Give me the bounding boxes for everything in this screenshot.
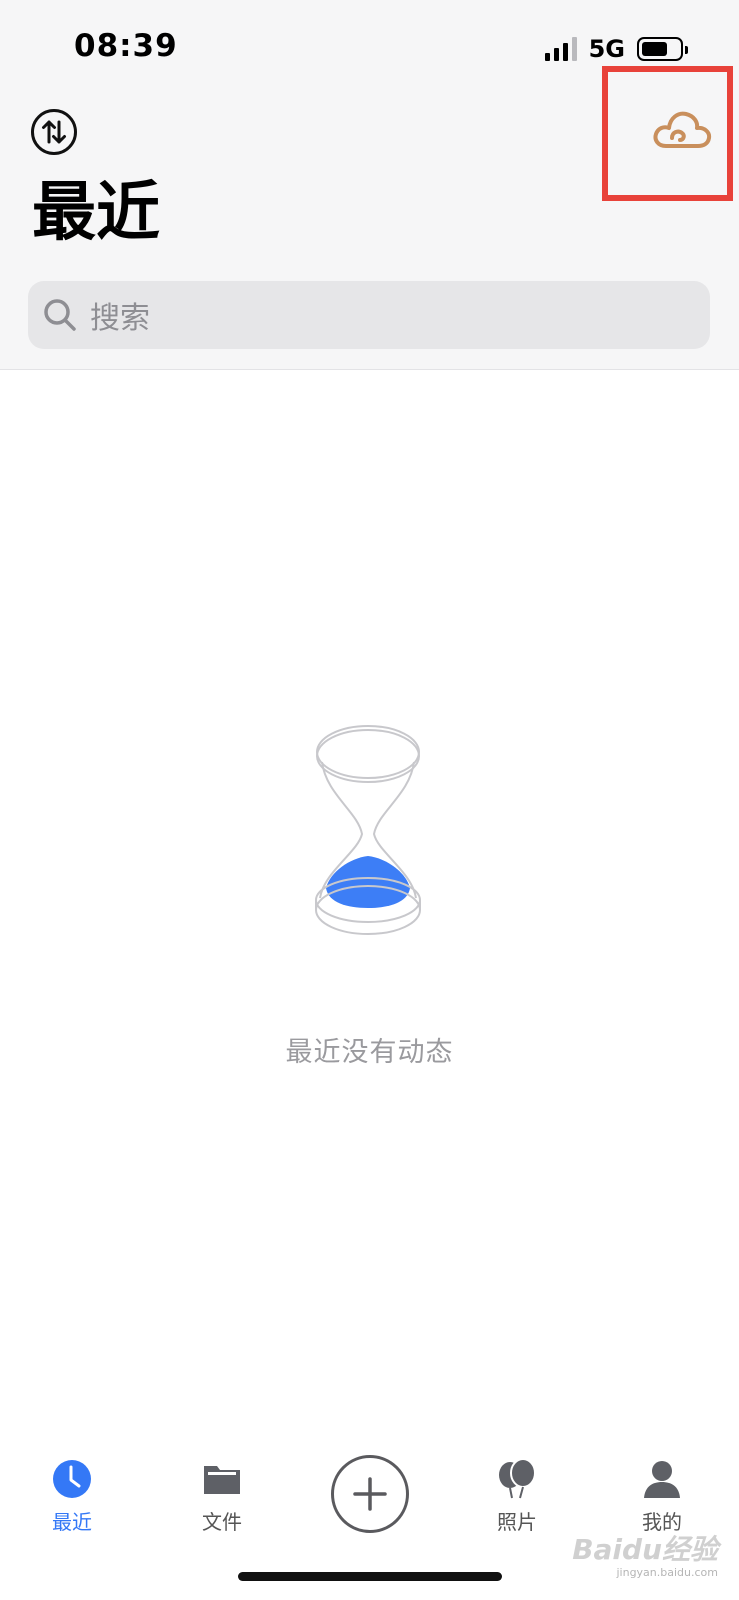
battery-icon xyxy=(637,37,688,61)
tab-files[interactable]: 文件 xyxy=(167,1458,277,1535)
home-indicator[interactable] xyxy=(238,1572,502,1581)
hourglass-icon xyxy=(310,722,426,944)
tab-photos-label: 照片 xyxy=(497,1510,537,1534)
folder-icon xyxy=(204,1466,240,1494)
page-title: 最近 xyxy=(32,176,160,250)
tab-files-label: 文件 xyxy=(202,1510,242,1534)
watermark-text: Baidu经验 xyxy=(572,1533,718,1566)
person-icon xyxy=(644,1461,680,1498)
add-button[interactable] xyxy=(331,1455,409,1533)
tab-me[interactable]: 我的 xyxy=(607,1458,717,1535)
watermark-subtext: jingyan.baidu.com xyxy=(616,1566,718,1579)
network-type: 5G xyxy=(588,35,625,63)
search-input[interactable]: 搜索 xyxy=(90,293,150,337)
plus-icon xyxy=(353,1477,387,1511)
highlight-frame xyxy=(602,66,733,201)
clock-icon xyxy=(53,1460,91,1498)
status-indicators: 5G xyxy=(544,35,688,63)
signal-icon xyxy=(544,37,577,61)
empty-state-message: 最近没有动态 xyxy=(285,1037,454,1068)
search-bar[interactable]: 搜索 xyxy=(28,281,710,349)
tab-recent[interactable]: 最近 xyxy=(17,1458,127,1535)
sort-button[interactable] xyxy=(30,108,78,156)
search-icon xyxy=(44,299,76,331)
status-time: 08:39 xyxy=(74,28,178,64)
tab-photos[interactable]: 照片 xyxy=(462,1458,572,1535)
balloon-icon xyxy=(499,1458,536,1499)
tab-recent-label: 最近 xyxy=(52,1510,92,1534)
sort-arrows-icon xyxy=(31,109,77,155)
